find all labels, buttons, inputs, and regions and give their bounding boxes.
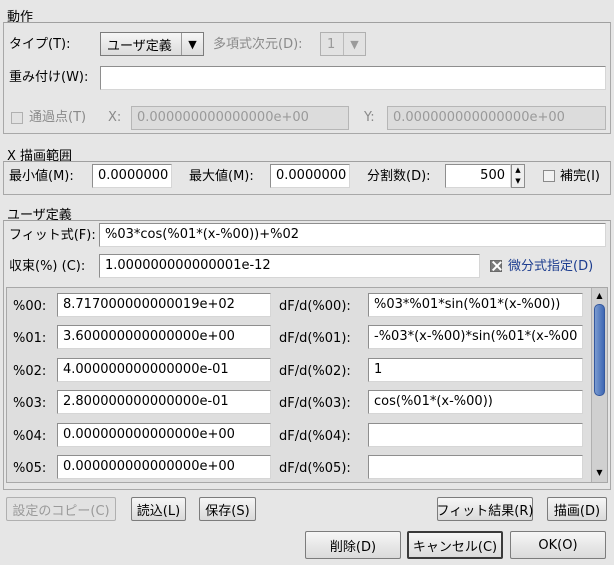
x-input[interactable]: 0.000000000000000e+00 [131,106,349,130]
deriv-name: dF/d(%01): [279,331,351,346]
max-label: 最大値(M): [189,169,254,184]
param-name: %05: [13,461,47,476]
deriv-value-input[interactable] [368,455,583,479]
deriv-name: dF/d(%03): [279,396,351,411]
interp-checkbox[interactable] [543,170,555,182]
param-row-05: %05: 0.000000000000000e+00 dF/d(%05): [7,455,587,482]
param-name: %04: [13,429,47,444]
chevron-down-icon: ▼ [181,33,203,55]
formula-label: フィット式(F): [9,228,96,243]
param-row-01: %01: 3.600000000000000e+00 dF/d(%01): -%… [7,325,587,352]
deriv-name: dF/d(%02): [279,364,351,379]
div-input[interactable]: 500 [445,164,511,188]
param-value-input[interactable]: 8.717000000000019e+02 [57,293,271,317]
save-button[interactable]: 保存(S) [199,497,256,521]
param-value-input[interactable]: 2.800000000000000e-01 [57,390,271,414]
type-combo[interactable]: ユーザ定義 ▼ [100,32,204,56]
param-value-input[interactable]: 4.000000000000000e-01 [57,358,271,382]
y-input[interactable]: 0.000000000000000e+00 [387,106,606,130]
param-name: %01: [13,331,47,346]
chevron-down-icon: ▼ [343,33,365,55]
param-list: %00: 8.717000000000019e+02 dF/d(%00): %0… [7,288,593,482]
deriv-value-input[interactable]: cos(%01*(x-%00)) [368,390,583,414]
param-value-input[interactable]: 0.000000000000000e+00 [57,423,271,447]
poly-combo[interactable]: 1 ▼ [320,32,366,56]
deriv-checkbox[interactable] [490,260,502,272]
spin-arrows-icon[interactable]: ▲ ▼ [511,164,525,188]
param-scroll-pane: %00: 8.717000000000019e+02 dF/d(%00): %0… [6,287,608,483]
param-name: %02: [13,364,47,379]
param-value-input[interactable]: 0.000000000000000e+00 [57,455,271,479]
load-button[interactable]: 読込(L) [131,497,186,521]
deriv-value-input[interactable]: 1 [368,358,583,382]
scroll-down-icon[interactable]: ▼ [592,466,607,480]
copy-settings-button[interactable]: 設定のコピー(C) [6,497,116,521]
formula-input[interactable]: %03*cos(%01*(x-%00))+%02 [99,223,606,247]
conv-label: 収束(%) (C): [9,259,86,274]
scroll-up-icon[interactable]: ▲ [592,289,607,303]
poly-combo-value: 1 [327,36,336,52]
weight-input[interactable] [100,66,606,90]
min-input[interactable]: 0.0000000 [92,164,172,188]
type-combo-value: ユーザ定義 [107,38,172,54]
param-scrollbar[interactable]: ▲ ▼ [591,288,607,482]
param-row-00: %00: 8.717000000000019e+02 dF/d(%00): %0… [7,293,587,320]
interp-label: 補完(I) [560,169,600,184]
param-value-input[interactable]: 3.600000000000000e+00 [57,325,271,349]
param-row-02: %02: 4.000000000000000e-01 dF/d(%02): 1 [7,358,587,385]
param-name: %03: [13,396,47,411]
deriv-name: dF/d(%00): [279,299,351,314]
through-point-label: 通過点(T) [29,110,87,125]
delete-button[interactable]: 削除(D) [305,531,401,559]
deriv-label: 微分式指定(D) [508,259,594,274]
param-name: %00: [13,299,47,314]
y-label: Y: [364,110,375,125]
ok-button[interactable]: OK(O) [510,531,606,559]
type-label: タイプ(T): [9,37,71,52]
min-label: 最小値(M): [9,169,74,184]
through-point-checkbox[interactable] [11,112,23,124]
deriv-value-input[interactable]: %03*%01*sin(%01*(x-%00)) [368,293,583,317]
deriv-name: dF/d(%04): [279,429,351,444]
scroll-thumb[interactable] [594,304,605,396]
draw-button[interactable]: 描画(D) [547,497,607,521]
poly-label: 多項式次元(D): [213,37,303,52]
cancel-button[interactable]: キャンセル(C) [407,531,503,559]
conv-input[interactable]: 1.000000000000001e-12 [99,254,480,278]
max-input[interactable]: 0.0000000 [270,164,350,188]
weight-label: 重み付け(W): [9,70,89,85]
deriv-name: dF/d(%05): [279,461,351,476]
param-row-04: %04: 0.000000000000000e+00 dF/d(%04): [7,423,587,450]
param-row-03: %03: 2.800000000000000e-01 dF/d(%03): co… [7,390,587,417]
deriv-value-input[interactable] [368,423,583,447]
x-label: X: [108,110,122,125]
div-label: 分割数(D): [367,169,431,184]
deriv-value-input[interactable]: -%03*(x-%00)*sin(%01*(x-%00 [368,325,583,349]
fit-result-button[interactable]: フィット結果(R) [437,497,533,521]
